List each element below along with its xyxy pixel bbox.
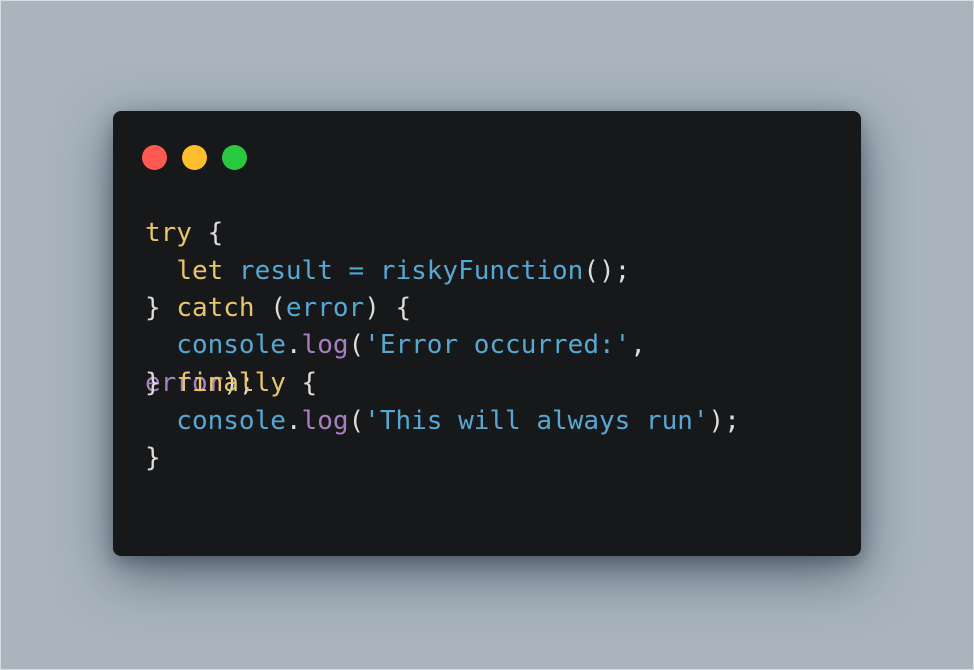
close-window-dot[interactable]: [142, 145, 167, 170]
code-line: console.log('This will always run');: [145, 404, 740, 438]
code-token-identifier: error: [285, 293, 365, 323]
code-token-punctuation: (: [254, 293, 286, 323]
code-line: }: [145, 441, 161, 475]
code-token-punctuation: }: [145, 293, 177, 323]
code-token-string: 'Error occurred:': [364, 330, 631, 360]
code-token-punctuation: ) {: [364, 293, 412, 323]
code-token-identifier: console: [145, 330, 286, 360]
code-token-punctuation: [145, 256, 176, 286]
code-token-keyword: let: [176, 256, 224, 286]
code-line: console.log('Error occurred:',: [145, 328, 646, 362]
code-line: } catch (error) {: [145, 291, 411, 325]
code-token-identifier: result = riskyFunction: [223, 256, 584, 286]
code-token-punctuation: .: [285, 406, 302, 436]
maximize-window-dot[interactable]: [222, 145, 247, 170]
code-token-method: log: [301, 330, 349, 360]
code-token-keyword: try: [145, 218, 192, 248]
code-token-keyword: catch: [176, 293, 255, 323]
code-token-punctuation: );: [708, 406, 740, 436]
code-token-identifier: console: [145, 406, 286, 436]
code-token-punctuation: ,: [630, 330, 646, 360]
code-token-punctuation: {: [285, 368, 318, 398]
code-token-punctuation: }: [145, 443, 161, 473]
code-token-keyword: finally: [176, 368, 286, 398]
code-token-punctuation: (: [348, 330, 365, 360]
code-token-punctuation: .: [285, 330, 302, 360]
code-token-punctuation: ();: [583, 256, 631, 286]
code-line: } finally {: [145, 366, 317, 400]
code-line: try {: [145, 216, 223, 250]
code-line: let result = riskyFunction();: [145, 254, 630, 288]
code-token-punctuation: }: [145, 368, 177, 398]
code-token-method: log: [301, 406, 349, 436]
code-token-punctuation: (: [348, 406, 365, 436]
code-token-string: 'This will always run': [364, 406, 709, 436]
code-token-punctuation: {: [191, 218, 224, 248]
minimize-window-dot[interactable]: [182, 145, 207, 170]
